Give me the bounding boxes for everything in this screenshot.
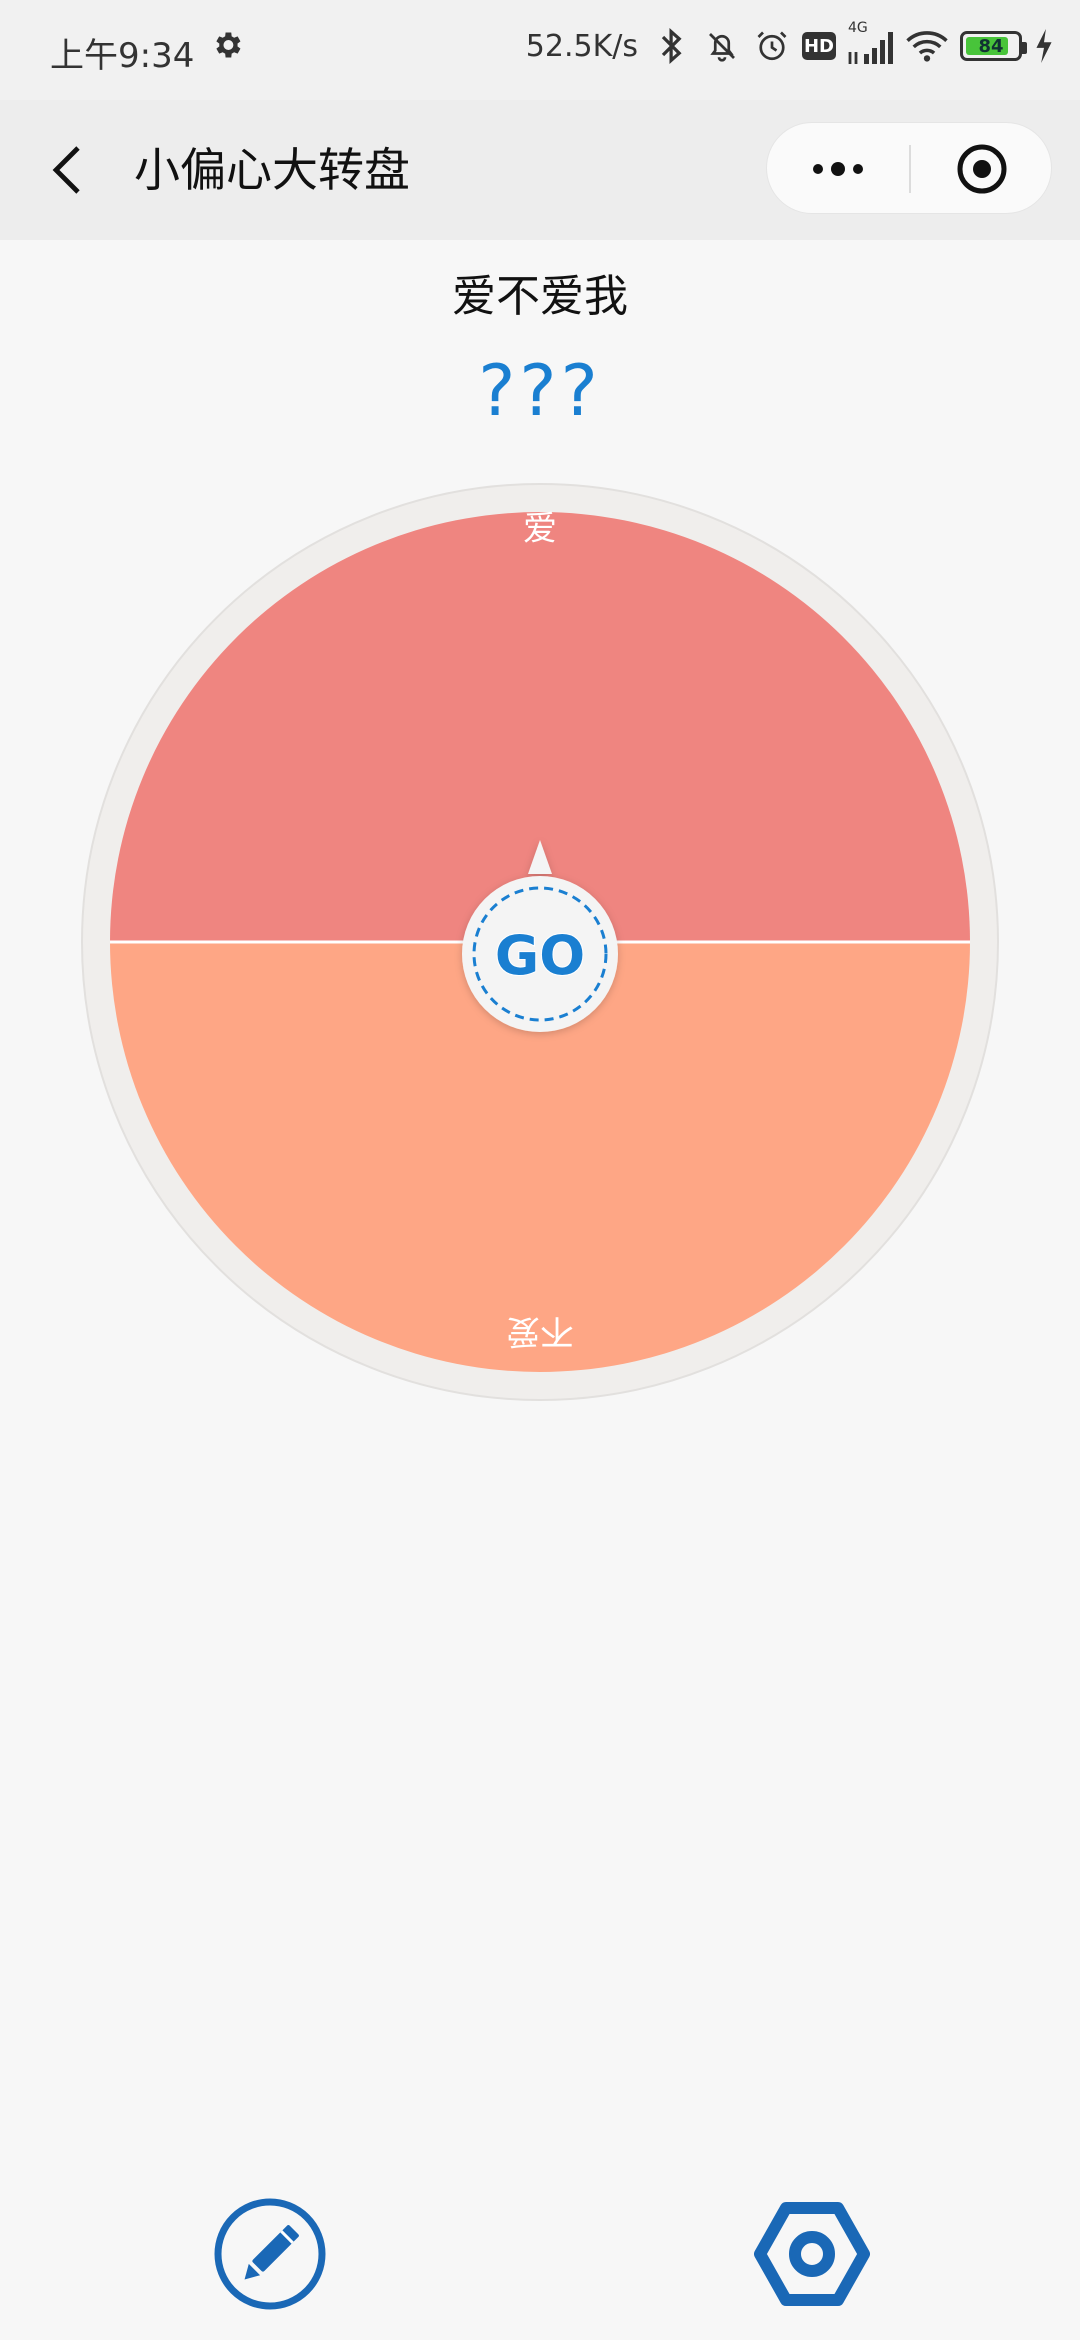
segment-label-1: 爱 bbox=[523, 509, 557, 549]
hd-icon: HD bbox=[802, 32, 836, 60]
segment-label-2: 不爱 bbox=[506, 1311, 574, 1351]
edit-button[interactable] bbox=[212, 2196, 328, 2312]
hexagon-settings-icon bbox=[754, 2202, 870, 2306]
wifi-icon bbox=[904, 26, 950, 66]
chevron-left-icon[interactable] bbox=[40, 140, 100, 200]
battery-icon: 84 bbox=[960, 31, 1027, 61]
battery-cap bbox=[1022, 42, 1027, 54]
mini-program-capsule bbox=[766, 122, 1052, 214]
status-right-group: 52.5K/s HD 4G 84 bbox=[525, 20, 1056, 68]
pencil-icon bbox=[214, 2198, 326, 2310]
settings-button[interactable] bbox=[754, 2196, 870, 2312]
close-button[interactable] bbox=[911, 123, 1053, 215]
wheel-graphic: 爱 不爱 GO bbox=[81, 483, 999, 1401]
navigation-bar: 小偏心大转盘 bbox=[0, 100, 1080, 240]
mute-bell-icon bbox=[702, 26, 742, 66]
signal-type-label: 4G bbox=[848, 20, 868, 36]
wheel-question: 爱不爱我 bbox=[452, 271, 628, 322]
spin-wheel[interactable]: 爱 不爱 GO bbox=[80, 482, 1000, 1402]
spin-result: ??? bbox=[478, 350, 602, 432]
status-bar: 上午9:34 52.5K/s HD 4G 84 bbox=[0, 0, 1080, 100]
alarm-icon bbox=[752, 26, 792, 66]
page-title: 小偏心大转盘 bbox=[134, 143, 410, 197]
network-speed: 52.5K/s bbox=[525, 28, 638, 64]
gear-icon bbox=[216, 32, 241, 58]
signal-icon: 4G bbox=[846, 20, 894, 66]
go-label: GO bbox=[495, 924, 585, 987]
target-close-icon bbox=[957, 144, 1007, 194]
battery-percent: 84 bbox=[978, 35, 1004, 57]
more-button[interactable] bbox=[767, 123, 909, 215]
more-dots-icon bbox=[813, 162, 863, 176]
charging-icon bbox=[1032, 26, 1056, 66]
bluetooth-icon bbox=[652, 26, 692, 66]
status-time: 上午9:34 bbox=[50, 36, 195, 76]
